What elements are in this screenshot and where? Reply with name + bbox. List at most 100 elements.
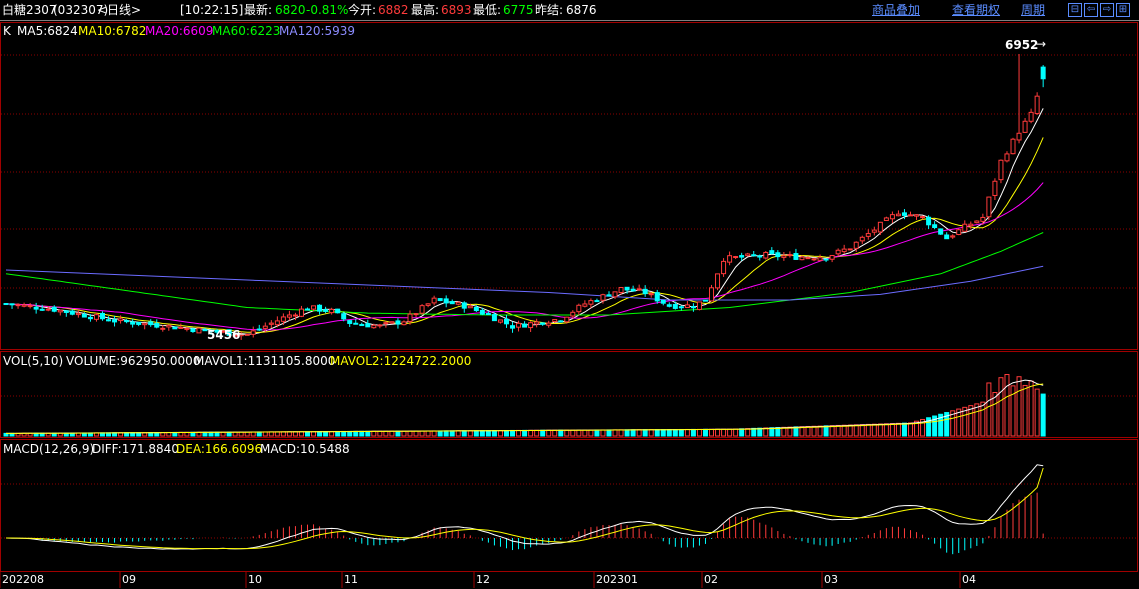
candle-body: [624, 286, 630, 291]
candle-body: [3, 303, 9, 306]
volume-bar: [443, 430, 449, 437]
volume-bar: [594, 429, 600, 437]
ma5-line: [5, 108, 1044, 335]
candle-body: [383, 322, 389, 325]
volume-bar: [702, 428, 708, 437]
volume-bar: [696, 428, 702, 437]
candle-body: [956, 229, 962, 236]
vol-legend-mavol1: MAVOL1:1131105.8000: [194, 354, 336, 368]
volume-bar: [678, 428, 684, 437]
candle-body: [684, 304, 690, 308]
candle-body: [190, 328, 196, 333]
low-arrow: ←: [236, 327, 247, 341]
candle-body: [552, 319, 558, 322]
candle-body: [920, 216, 926, 219]
macd-legend-macd: MACD:10.5488: [260, 442, 350, 456]
macd-legend-dea: DEA:166.6096: [176, 442, 263, 456]
diff-line: [5, 464, 1044, 550]
candle-body: [883, 217, 889, 221]
volume-bar: [895, 422, 901, 437]
candle-body: [992, 180, 998, 196]
volume-bar: [455, 430, 461, 437]
volume-bar: [992, 391, 998, 437]
candle-body: [1040, 66, 1046, 80]
candle-body: [1010, 138, 1016, 155]
ma60-legend: MA60:6223: [212, 24, 281, 38]
candle-body: [21, 304, 27, 307]
candle-body: [341, 313, 347, 320]
candle-body: [298, 308, 304, 317]
x-axis-label: 11: [344, 573, 358, 586]
candle-body: [503, 318, 509, 325]
candle-body: [582, 303, 588, 307]
volume-bar: [407, 430, 413, 437]
candle-body: [908, 214, 913, 217]
volume-bar: [986, 382, 992, 437]
candle-body: [799, 256, 805, 261]
candle-body: [93, 314, 99, 320]
candle-body: [612, 291, 618, 298]
candle-body: [106, 319, 112, 322]
candle-body: [968, 223, 974, 227]
volume-bar: [528, 429, 534, 437]
candle-body: [558, 320, 564, 323]
candle-body: [262, 325, 268, 329]
candle-body: [371, 324, 377, 329]
ma10-legend: MA10:6782: [78, 24, 147, 38]
volume-bar: [431, 430, 437, 437]
volume-bar: [1004, 374, 1010, 437]
candle-body: [353, 322, 359, 325]
volume-bar: [600, 429, 606, 437]
candle-body: [889, 214, 895, 220]
volume-bar: [395, 430, 401, 437]
chart-canvas[interactable]: 202208 09 10 11 12 202301 02 03 04: [0, 0, 1139, 589]
candle-body: [823, 258, 829, 261]
candle-body: [437, 298, 443, 302]
x-axis-label: 202301: [596, 573, 638, 586]
volume-bar: [461, 430, 467, 437]
candle-body: [528, 322, 534, 329]
volume-bar: [672, 429, 678, 437]
volume-bar: [341, 430, 347, 437]
candle-body: [871, 229, 877, 233]
x-axis-label: 02: [704, 573, 718, 586]
candle-body: [895, 213, 901, 217]
volume-bar: [552, 429, 558, 437]
candle-body: [329, 308, 335, 314]
candle-body: [118, 318, 124, 322]
candle-body: [196, 327, 202, 334]
candle-body: [763, 251, 769, 259]
ma120-line: [5, 265, 1044, 301]
candle-body: [781, 255, 787, 258]
candle-body: [805, 257, 811, 260]
volume-bar: [624, 429, 630, 437]
candle-body: [389, 321, 395, 324]
candle-body: [75, 312, 81, 316]
candle-body: [962, 223, 968, 232]
volume-bar: [666, 429, 672, 437]
candle-body: [926, 216, 932, 226]
volume-bar: [298, 431, 304, 437]
volume-bar: [425, 430, 431, 437]
candle-body: [1022, 120, 1028, 133]
candle-body: [485, 313, 491, 316]
volume-bar: [576, 429, 582, 437]
volume-bar: [901, 422, 907, 437]
volume-bar: [968, 405, 974, 437]
candle-body: [45, 308, 51, 311]
volume-bar: [612, 429, 618, 437]
volume-bar: [654, 429, 660, 437]
volume-bar: [721, 428, 727, 437]
candle-body: [87, 316, 93, 320]
volume-bar: [546, 429, 552, 437]
volume-bar: [365, 430, 371, 437]
candle-body: [142, 322, 148, 326]
candle-body: [986, 196, 992, 218]
candle-body: [443, 298, 449, 304]
candle-body: [576, 304, 582, 313]
volume-bar: [534, 429, 540, 437]
candle-body: [1034, 95, 1040, 115]
candle-body: [932, 224, 938, 229]
candle-body: [359, 324, 365, 327]
candle-body: [449, 301, 455, 305]
